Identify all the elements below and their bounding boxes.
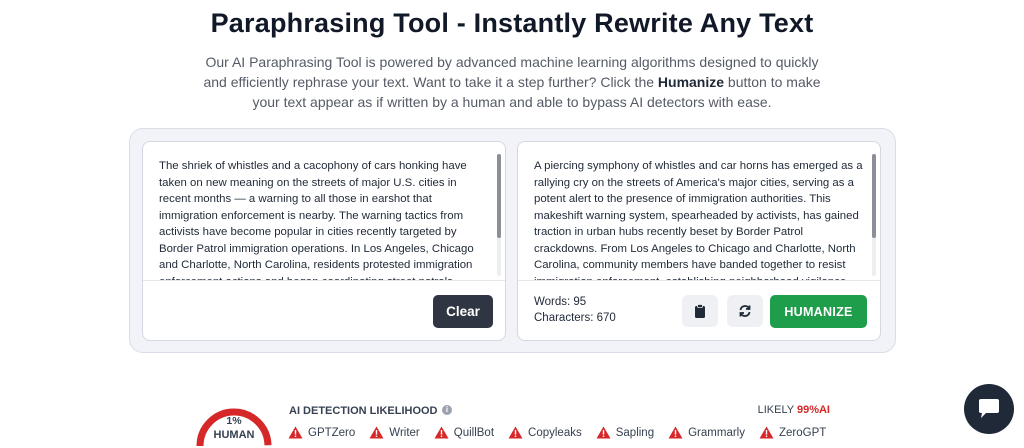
humanize-button[interactable]: HUMANIZE (770, 295, 867, 328)
gauge-value: 1% (226, 415, 242, 427)
humanize-emphasis: Humanize (657, 74, 725, 90)
output-text[interactable]: A piercing symphony of whistles and car … (534, 158, 864, 280)
detector-item: ZeroGPT (759, 426, 826, 439)
detector-item: GPTZero (288, 426, 355, 439)
warning-icon (508, 426, 523, 439)
chat-bubble-icon (979, 399, 999, 418)
text-stats: Words: 95 Characters: 670 (534, 294, 616, 326)
warning-icon (759, 426, 774, 439)
detector-label: Copyleaks (528, 426, 582, 439)
input-card: The shriek of whistles and a cacophony o… (142, 141, 506, 341)
detector-list: GPTZero Writer QuillBot Copyleaks Sapling Gra… (288, 426, 840, 439)
output-card: A piercing symphony of whistles and car … (517, 141, 881, 341)
detection-title: AI DETECTION LIKELIHOOD (289, 405, 438, 417)
info-icon[interactable]: i (442, 405, 452, 415)
detector-label: Sapling (615, 426, 655, 439)
detector-item: Writer (369, 426, 420, 439)
chat-button[interactable] (964, 384, 1014, 434)
detector-item: QuillBot (434, 426, 494, 439)
detector-item: Copyleaks (508, 426, 582, 439)
warning-icon (369, 426, 384, 439)
detector-label: ZeroGPT (778, 426, 827, 439)
detector-label: GPTZero (308, 426, 356, 439)
word-count: Words: 95 (534, 296, 587, 308)
input-textarea[interactable]: The shriek of whistles and a cacophony o… (159, 158, 489, 280)
ai-detection-section: 1% HUMAN AI DETECTION LIKELIHOOD i LIKEL… (190, 392, 840, 448)
detector-label: Grammarly (688, 426, 745, 439)
detector-item: Grammarly (668, 426, 745, 439)
warning-icon (434, 426, 449, 439)
detector-item: Sapling (596, 426, 654, 439)
intro-paragraph: Our AI Paraphrasing Tool is powered by a… (203, 54, 821, 110)
output-scrollbar[interactable] (872, 154, 876, 276)
gauge-label: HUMAN (213, 429, 255, 441)
warning-icon (288, 426, 303, 439)
warning-icon (596, 426, 611, 439)
likelihood-result: LIKELY 99%AI (757, 404, 830, 416)
page-title: Paraphrasing Tool - Instantly Rewrite An… (210, 8, 814, 38)
divider (143, 280, 505, 281)
detector-label: QuillBot (453, 426, 495, 439)
regenerate-button[interactable] (727, 295, 763, 327)
divider (518, 280, 880, 281)
clear-button[interactable]: Clear (433, 295, 493, 328)
warning-icon (668, 426, 683, 439)
clipboard-icon (695, 304, 705, 318)
refresh-icon (739, 305, 751, 317)
paraphraser-panel: The shriek of whistles and a cacophony o… (129, 128, 896, 353)
detector-label: Writer (389, 426, 420, 439)
input-scrollbar[interactable] (497, 154, 501, 276)
character-count: Characters: 670 (534, 312, 616, 324)
copy-button[interactable] (682, 295, 718, 327)
